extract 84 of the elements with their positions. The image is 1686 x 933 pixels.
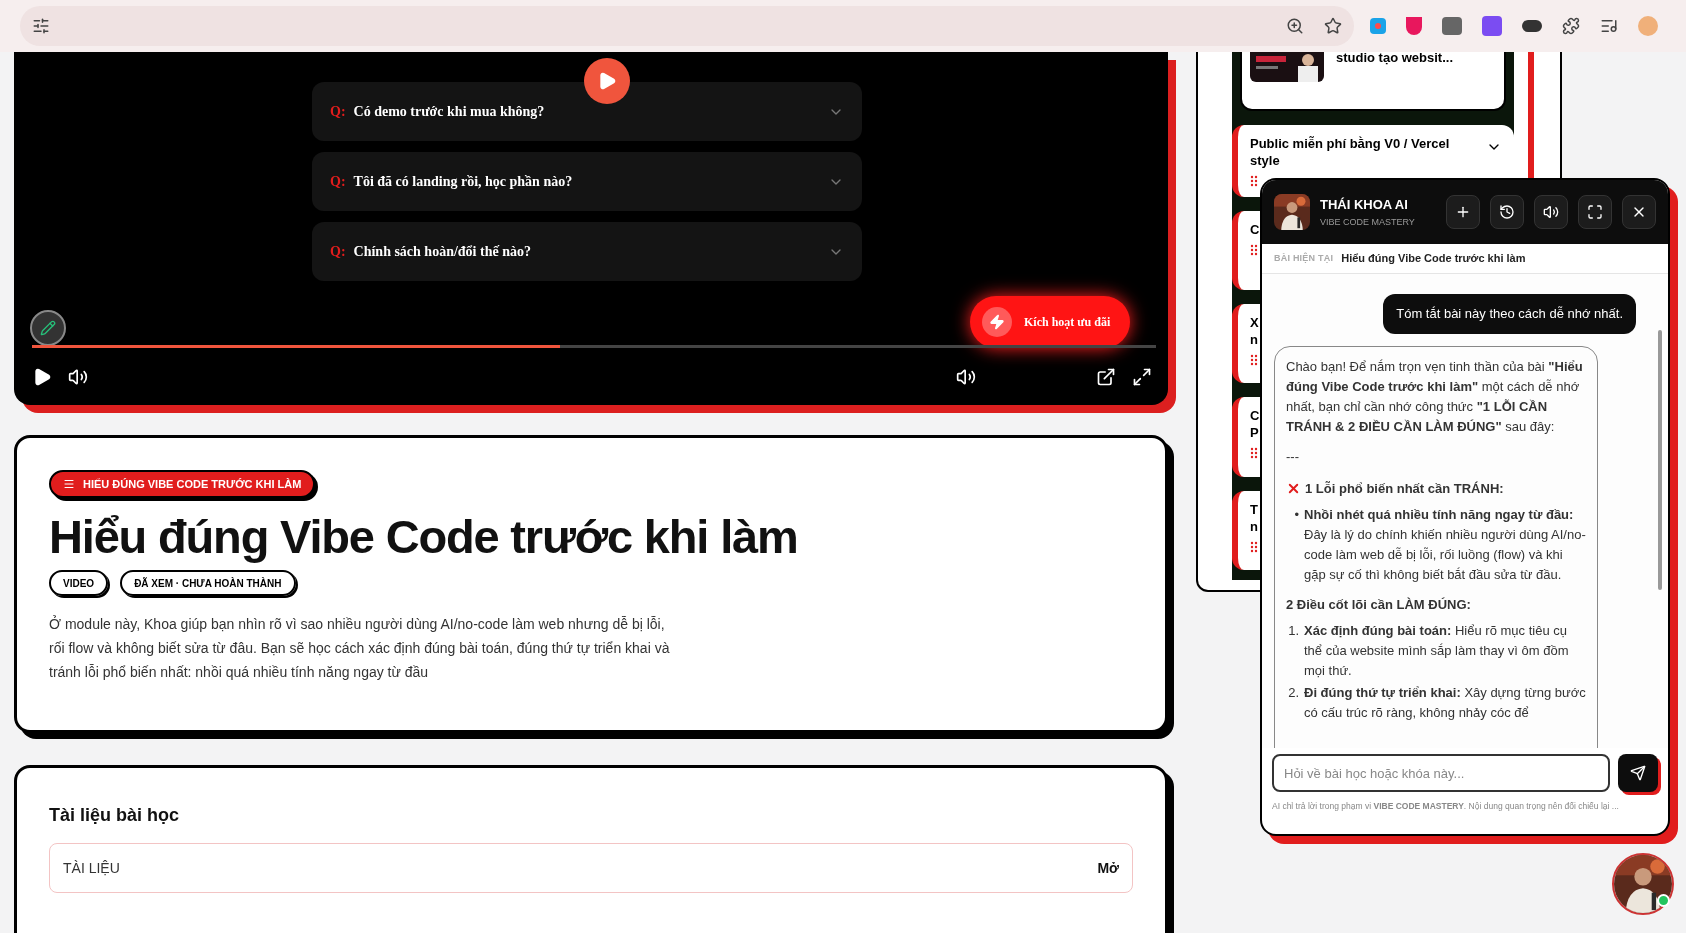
list-item: Nhồi nhét quá nhiều tính năng ngay từ đầu: Đây là lý do chính khiến nhiều người dùng AI/no-code làm web dễ bị lỗi, rối luồng (flow) và khi gặp sự cố thì không biết bắt đầu sửa từ đầu. [1304, 505, 1586, 584]
dots-icon [1250, 354, 1258, 367]
play-button[interactable] [584, 58, 630, 104]
play-icon [597, 71, 617, 91]
list-item: Đi đúng thứ tự triển khai: Xây dựng từng bước có cấu trúc rõ ràng, không nhảy cóc để [1304, 683, 1586, 722]
volume-icon[interactable] [956, 367, 976, 387]
play-icon[interactable] [32, 367, 52, 387]
dots-icon [1250, 243, 1258, 256]
expand-icon [1587, 204, 1603, 220]
fullscreen-icon[interactable] [1132, 367, 1152, 387]
lesson-card[interactable]: studio tạo websit... [1240, 52, 1506, 111]
dots-icon [1250, 540, 1258, 553]
list-marker: 2. [1287, 683, 1300, 702]
faq-question: Có demo trước khi mua không? [353, 103, 546, 121]
dots-icon [1250, 447, 1258, 460]
plus-icon [1455, 204, 1471, 220]
module-title: n [1250, 331, 1258, 349]
question-marker: Q: [330, 243, 346, 261]
user-message: Tóm tắt bài này theo cách dễ nhớ nhất. [1383, 294, 1636, 334]
list-marker: • [1293, 505, 1300, 524]
module-title: n [1250, 517, 1258, 535]
lesson-title: studio tạo websit... [1336, 50, 1453, 67]
material-label: TÀI LIỆU [63, 858, 120, 878]
open-link[interactable]: Mở [1097, 857, 1119, 879]
dots-icon [1250, 174, 1258, 187]
message-heading: 2 Điều cốt lõi cần LÀM ĐÚNG: [1286, 595, 1472, 614]
cross-icon [1286, 481, 1301, 496]
chat-subtitle: VIBE CODE MASTERY [1320, 216, 1416, 229]
module-title: Public miễn phí bằng V0 / Vercel [1250, 134, 1450, 152]
message-divider: --- [1286, 447, 1300, 466]
menu-icon [63, 478, 75, 490]
volume-icon[interactable] [68, 367, 88, 387]
pencil-icon [40, 320, 56, 336]
extensions-icon[interactable] [1562, 17, 1580, 35]
new-chat-button[interactable] [1446, 195, 1480, 229]
status-badge: VIDEO [49, 570, 109, 596]
faq-item[interactable]: Q: Tôi đã có landing rồi, học phần nào? [312, 152, 862, 211]
shield-extension-icon[interactable] [1406, 17, 1422, 35]
progress-track[interactable] [32, 345, 1156, 348]
scrollbar[interactable] [1658, 330, 1662, 590]
extension-icon[interactable] [1522, 20, 1542, 32]
question-marker: Q: [330, 103, 346, 121]
faq-item[interactable]: Q: Có demo trước khi mua không? [312, 82, 862, 141]
message-input[interactable]: Hỏi về bài học hoặc khóa này... [1272, 754, 1610, 792]
list-item: Xác định đúng bài toán: Hiểu rõ mục tiêu cụ thể của website mình sắp làm thay vì ôm đồm mọi thứ. [1304, 621, 1570, 680]
zoom-icon[interactable] [1286, 17, 1304, 35]
material-row[interactable]: TÀI LIỆU Mở [49, 843, 1133, 893]
cta-button[interactable]: Kích hoạt ưu đãi [970, 296, 1130, 348]
close-button[interactable] [1622, 195, 1656, 229]
section-heading: Tài liệu bài học [49, 804, 181, 827]
module-title: T [1250, 500, 1258, 518]
context-label: BÀI HIỆN TẠI [1274, 251, 1334, 265]
faq-item[interactable]: Q: Chính sách hoàn/đổi thế nào? [312, 222, 862, 281]
external-link-icon[interactable] [1096, 367, 1116, 387]
history-icon [1499, 204, 1515, 220]
tag-label: HIỂU ĐÚNG VIBE CODE TRƯỚC KHI LÀM [83, 476, 302, 492]
faq-question: Chính sách hoàn/đổi thế nào? [353, 243, 532, 261]
status-badge: ĐÃ XEM · CHƯA HOÀN THÀNH [120, 570, 296, 596]
message-paragraph: Chào bạn! Để nắm trọn vẹn tinh thần của bài "Hiểu đúng Vibe Code trước khi làm" một cách dễ nhớ nhất, bạn chỉ cần nhớ công thức "1 LỖI CẦN TRÁNH & 2 ĐIỀU CẦN LÀM ĐÚNG" sau đây: [1286, 357, 1584, 436]
site-settings-icon[interactable] [32, 17, 50, 35]
send-button[interactable] [1618, 754, 1658, 792]
message-heading: 1 Lỗi phổ biến nhất cần TRÁNH: [1305, 479, 1504, 498]
module-title: C [1250, 220, 1260, 238]
bookmark-star-icon[interactable] [1324, 17, 1342, 35]
chat-disclaimer: AI chỉ trả lời trong phạm vi VIBE CODE MASTERY. Nội dung quan trọng nên đối chiếu lại ... [1271, 800, 1620, 813]
question-marker: Q: [330, 173, 346, 191]
module-title: P [1250, 424, 1259, 442]
module-title: C [1250, 407, 1260, 425]
sound-button[interactable] [1534, 195, 1568, 229]
faq-question: Tôi đã có landing rồi, học phần nào? [353, 173, 574, 191]
module-title: X [1250, 314, 1259, 332]
lesson-title: Hiểu đúng Vibe Code trước khi làm [49, 509, 799, 565]
annotate-button[interactable] [30, 310, 66, 346]
lesson-description: Ở module này, Khoa giúp bạn nhìn rõ vì sao nhiều người dùng AI/no-code làm web nhưng dễ bị lỗi, rối flow và không biết sửa từ đâu. Bạn sẽ học cách xác định đúng bài toán, đúng thứ tự triển khai và tránh lỗi phổ biến nhất: nhồi quá nhiều tính năng ngay từ đầu [49, 614, 671, 682]
send-icon [1630, 765, 1646, 781]
context-lesson: Hiểu đúng Vibe Code trước khi làm [1341, 251, 1526, 267]
expand-button[interactable] [1578, 195, 1612, 229]
history-button[interactable] [1490, 195, 1524, 229]
lightning-icon [989, 314, 1005, 330]
module-title: style [1250, 151, 1280, 169]
chat-title: THÁI KHOA AI [1320, 195, 1409, 214]
list-marker: 1. [1287, 621, 1300, 640]
volume-icon [1543, 204, 1559, 220]
media-icon[interactable] [1600, 17, 1618, 35]
